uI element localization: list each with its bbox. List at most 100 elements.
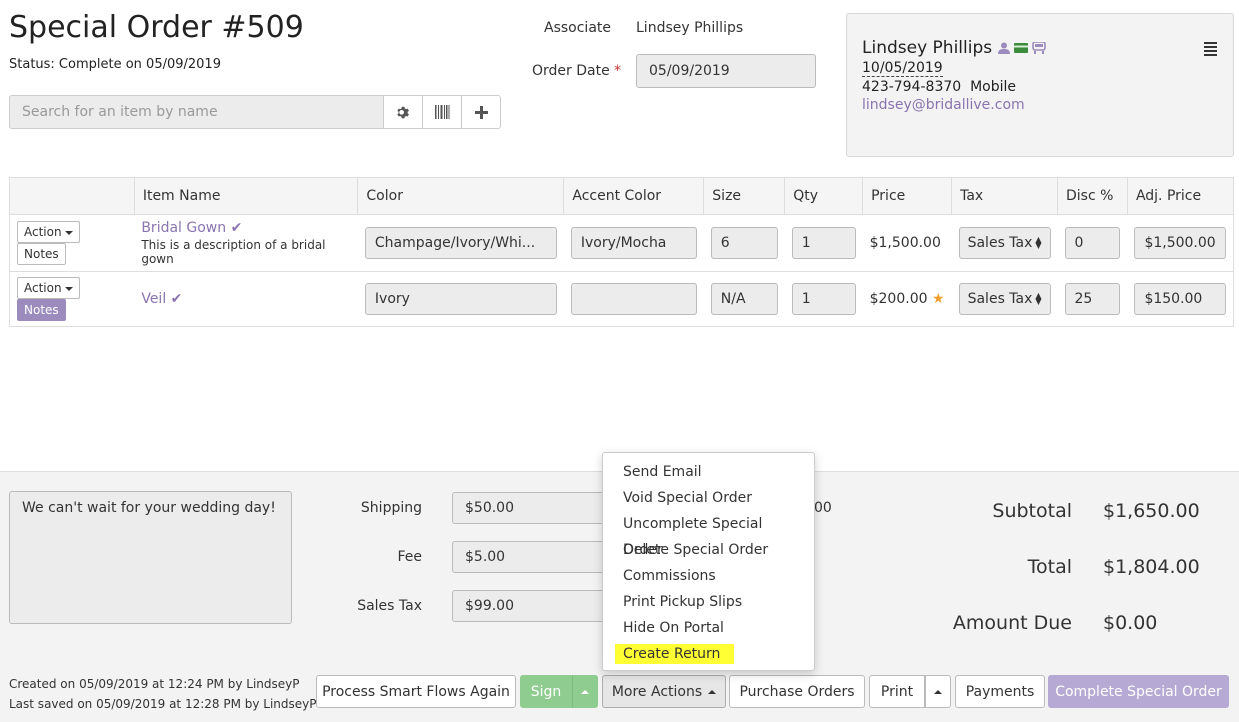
- adj-price-input[interactable]: $150.00: [1134, 283, 1226, 315]
- items-table: Item Name Color Accent Color Size Qty Pr…: [9, 177, 1235, 327]
- action-dropdown-button[interactable]: Action: [17, 277, 80, 299]
- table-header-row: Item Name Color Accent Color Size Qty Pr…: [9, 177, 1235, 215]
- order-status: Status: Complete on 05/09/2019: [9, 57, 221, 72]
- tax-select[interactable]: Sales Tax ▲ ▼: [958, 227, 1051, 259]
- column-header: Disc %: [1057, 177, 1128, 215]
- total-label: Total: [1027, 556, 1072, 578]
- menu-item-send-email[interactable]: Send Email: [603, 459, 814, 485]
- notes-button[interactable]: Notes: [17, 299, 66, 321]
- saved-info: Last saved on 05/09/2019 at 12:28 PM by …: [9, 697, 317, 711]
- subtotal-label: Subtotal: [992, 500, 1072, 522]
- print-menu-toggle[interactable]: [925, 675, 951, 708]
- qty-input[interactable]: 1: [791, 283, 856, 315]
- associate-value[interactable]: Lindsey Phillips: [636, 20, 743, 36]
- column-header: Accent Color: [563, 177, 705, 215]
- sign-button[interactable]: Sign: [520, 675, 572, 708]
- customer-email[interactable]: lindsey@bridallive.com: [862, 97, 1218, 113]
- order-date-field[interactable]: 05/09/2019: [636, 54, 816, 88]
- fee-label: Fee: [397, 549, 422, 565]
- sign-menu-toggle[interactable]: [572, 675, 598, 708]
- table-row: Action Notes Bridal Gown ✔ This is a des…: [9, 214, 1235, 272]
- column-header: Price: [862, 177, 953, 215]
- size-input[interactable]: N/A: [710, 283, 778, 315]
- card-icon[interactable]: [1014, 43, 1029, 53]
- column-header: Qty: [784, 177, 864, 215]
- item-description: This is a description of a bridal gown: [141, 238, 326, 266]
- check-icon: ✔: [170, 291, 183, 307]
- gear-icon: [396, 106, 409, 118]
- tax-select[interactable]: Sales Tax ▲ ▼: [958, 283, 1051, 315]
- plus-icon: [474, 105, 488, 119]
- person-icon[interactable]: [998, 42, 1011, 54]
- accent-color-input[interactable]: [570, 283, 697, 315]
- customer-phone: 423-794-8370: [862, 79, 962, 95]
- add-item-button[interactable]: [462, 95, 501, 129]
- price-value: $1,500.00: [869, 235, 941, 251]
- item-name-link[interactable]: Bridal Gown: [141, 220, 226, 236]
- column-header: [9, 177, 135, 215]
- complete-special-order-button[interactable]: Complete Special Order: [1048, 675, 1229, 708]
- menu-item-void-special-order[interactable]: Void Special Order: [603, 485, 814, 511]
- page-title: Special Order #509: [9, 10, 304, 45]
- settings-button[interactable]: [384, 95, 423, 129]
- menu-item-commissions[interactable]: Commissions: [603, 563, 814, 589]
- column-header: Tax: [951, 177, 1058, 215]
- menu-item-create-return[interactable]: Create Return: [603, 641, 814, 667]
- column-header: Item Name: [133, 177, 359, 215]
- caret-down-icon: [64, 286, 73, 291]
- item-name-link[interactable]: Veil: [141, 291, 166, 307]
- menu-item-print-pickup-slips[interactable]: Print Pickup Slips: [603, 589, 814, 615]
- customer-date: 10/05/2019: [862, 60, 943, 77]
- menu-item-uncomplete-special-order[interactable]: Uncomplete Special Order: [603, 511, 814, 558]
- caret-down-icon: [64, 230, 73, 235]
- color-input[interactable]: Champage/Ivory/Whi...: [364, 227, 557, 259]
- qty-input[interactable]: 1: [791, 227, 856, 259]
- discount-input[interactable]: 25: [1064, 283, 1121, 315]
- print-button[interactable]: Print: [869, 675, 925, 708]
- required-marker: *: [614, 63, 622, 79]
- adj-price-input[interactable]: $1,500.00: [1134, 227, 1226, 259]
- caret-up-icon: [708, 689, 717, 694]
- shipping-input[interactable]: $50.00: [452, 492, 612, 524]
- order-date-label: Order Date *: [532, 63, 622, 79]
- discount-input[interactable]: 0: [1064, 227, 1121, 259]
- sales-tax-input[interactable]: $99.00: [452, 590, 612, 622]
- customer-menu-button[interactable]: [1204, 42, 1217, 58]
- menu-item-hide-on-portal[interactable]: Hide On Portal: [603, 615, 814, 641]
- notes-button[interactable]: Notes: [17, 243, 66, 265]
- color-input[interactable]: Ivory: [364, 283, 557, 315]
- fee-input[interactable]: $5.00: [452, 541, 612, 573]
- payments-button[interactable]: Payments: [955, 675, 1045, 708]
- search-input[interactable]: Search for an item by name: [9, 95, 384, 129]
- table-row: Action Notes Veil ✔ Ivory N/A 1 $200.00 …: [9, 271, 1235, 327]
- shipping-label: Shipping: [360, 500, 422, 516]
- created-info: Created on 05/09/2019 at 12:24 PM by Lin…: [9, 677, 300, 691]
- menu-item-delete-special-order[interactable]: Delete Special Order: [603, 537, 814, 563]
- barcode-button[interactable]: [423, 95, 462, 129]
- select-arrows-icon: ▲ ▼: [1035, 235, 1042, 250]
- customer-phone-type: Mobile: [970, 79, 1017, 95]
- total-value: $1,804.00: [1103, 556, 1200, 578]
- item-search-bar: Search for an item by name: [9, 95, 501, 129]
- select-arrows-icon: ▲ ▼: [1035, 291, 1042, 306]
- partially-hidden-value: 00: [814, 500, 832, 516]
- barcode-icon: [434, 105, 449, 119]
- star-icon: ★: [931, 291, 945, 307]
- more-actions-button[interactable]: More Actions: [602, 675, 726, 708]
- accent-color-input[interactable]: Ivory/Mocha: [570, 227, 697, 259]
- check-icon: ✔: [230, 220, 243, 236]
- car-icon[interactable]: [1032, 42, 1046, 54]
- price-value: $200.00: [869, 291, 928, 307]
- purchase-orders-button[interactable]: Purchase Orders: [729, 675, 865, 708]
- size-input[interactable]: 6: [710, 227, 778, 259]
- more-actions-menu: Send Email Void Special Order Uncomplete…: [602, 452, 815, 671]
- associate-label: Associate: [544, 20, 611, 36]
- column-header: Color: [357, 177, 565, 215]
- process-smart-flows-button[interactable]: Process Smart Flows Again: [316, 675, 516, 708]
- column-header: Size: [703, 177, 786, 215]
- customer-name[interactable]: Lindsey Phillips: [862, 38, 992, 58]
- customer-card: Lindsey Phillips 10/05/2019 423-794-8370…: [846, 13, 1234, 157]
- order-notes-textarea[interactable]: We can't wait for your wedding day!: [9, 491, 292, 624]
- sales-tax-label: Sales Tax: [357, 598, 422, 614]
- action-dropdown-button[interactable]: Action: [17, 221, 80, 243]
